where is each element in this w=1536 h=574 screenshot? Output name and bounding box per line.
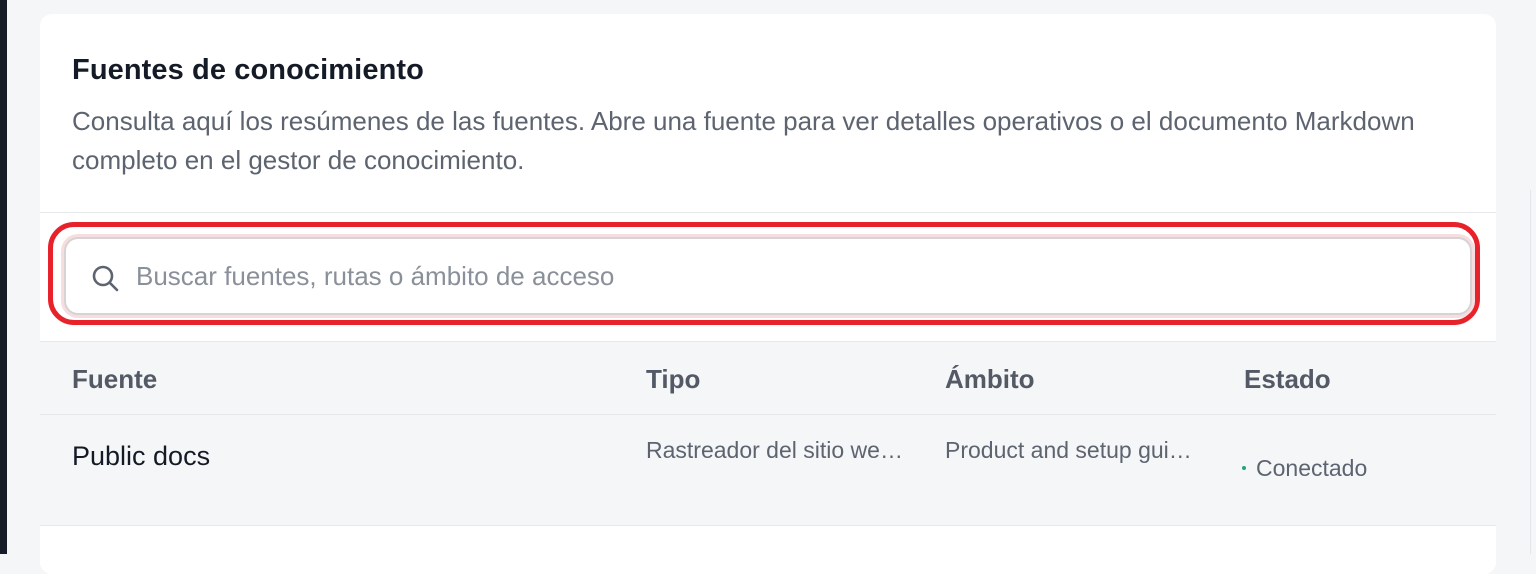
column-header-estado[interactable]: Estado [1244,364,1331,395]
search-section [40,213,1496,342]
panel-description: Consulta aquí los resúmenes de las fuent… [72,106,1415,175]
panel-header: Fuentes de conocimiento Consulta aquí lo… [40,14,1496,213]
panel-title: Fuentes de conocimiento [72,54,424,86]
knowledge-sources-panel: Fuentes de conocimiento Consulta aquí lo… [40,14,1496,574]
column-header-ambito[interactable]: Ámbito [945,364,1035,395]
table-header: Fuente Tipo Ámbito Estado [40,342,1496,415]
search-icon [92,265,119,292]
search-field[interactable] [64,237,1472,315]
column-header-tipo[interactable]: Tipo [646,364,700,395]
panel-divider [1530,190,1531,554]
search-input[interactable] [136,253,1436,299]
status-label: Conectado [1256,455,1368,481]
source-name[interactable]: Public docs [72,441,210,472]
source-type: Rastreador del sitio we… [646,437,903,463]
column-header-fuente[interactable]: Fuente [72,364,157,395]
table-row[interactable]: Public docs Rastreador del sitio we… Pro… [40,415,1496,526]
source-scope: Product and setup gui… [945,437,1192,463]
status-badge: Conectado [1242,455,1367,482]
app-sidebar-edge [0,0,7,554]
table-row[interactable] [40,526,1496,574]
adjacent-panel-edge [1522,0,1536,554]
status-dot-icon [1242,465,1246,470]
